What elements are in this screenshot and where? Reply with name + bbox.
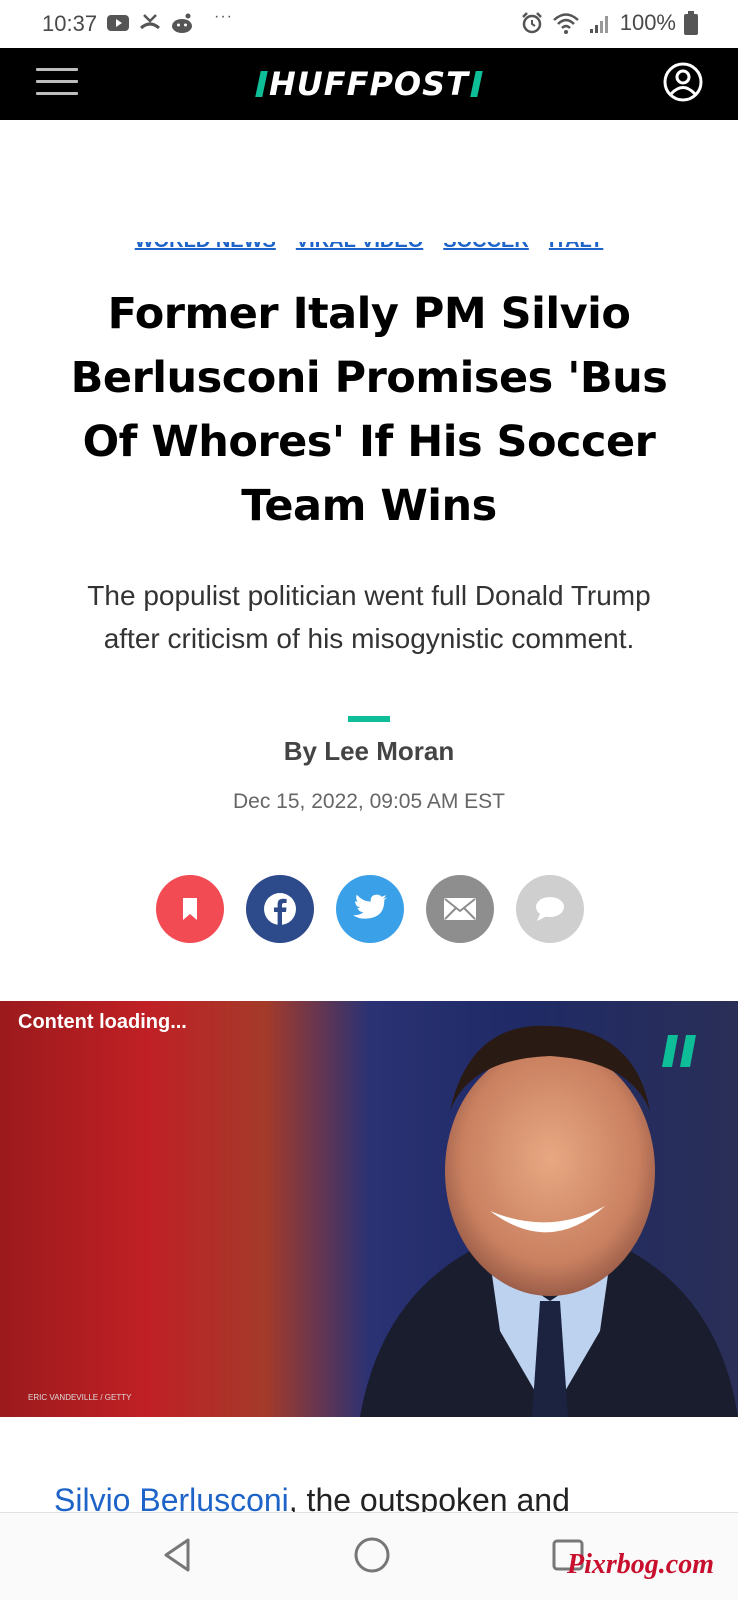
bookmark-icon (183, 898, 197, 920)
logo-text: HUFFPOST (268, 65, 469, 103)
tag-soccer[interactable]: Soccer (443, 242, 529, 268)
mail-icon (444, 898, 476, 920)
back-icon[interactable] (158, 1535, 198, 1575)
comment-icon (536, 897, 564, 921)
notification-icons (106, 12, 194, 34)
facebook-share-button[interactable] (246, 875, 314, 943)
article-body-first-line: Silvio Berlusconi, the outspoken and (54, 1482, 694, 1512)
status-time: 10:37 (42, 11, 98, 36)
twitter-icon (353, 894, 387, 919)
more-notifications: ··· (214, 8, 233, 25)
share-buttons (156, 875, 584, 943)
article-video[interactable]: Content loading... ERIC VANDEVILLE / GET… (0, 1001, 738, 1417)
comment-button[interactable] (516, 875, 584, 943)
photo-credit: ERIC VANDEVILLE / GETTY (28, 1393, 132, 1402)
wifi-icon (552, 13, 579, 34)
body-text-continuation: , the outspoken and (288, 1482, 570, 1512)
logo-accent-right (470, 71, 483, 97)
tag-viral-video[interactable]: Viral Video (296, 242, 423, 268)
battery-percent: 100% (619, 10, 676, 35)
huffpost-logo[interactable]: HUFFPOST (0, 48, 738, 120)
signal-icon (589, 16, 608, 33)
battery-icon (684, 11, 698, 35)
huffpost-mark-icon (662, 1035, 696, 1067)
body-link-berlusconi[interactable]: Silvio Berlusconi (54, 1482, 289, 1512)
article-headline: Former Italy PM Silvio Berlusconi Promis… (70, 289, 668, 531)
video-loading-text: Content loading... (18, 1011, 187, 1033)
facebook-icon (264, 893, 296, 925)
tag-italy[interactable]: Italy (549, 242, 603, 268)
article-tags: World News Viral Video Soccer Italy (0, 242, 738, 268)
status-bar: 10:37 ··· 100% (0, 0, 738, 48)
email-share-button[interactable] (426, 875, 494, 943)
logo-accent-left (255, 71, 268, 97)
site-header: HUFFPOST (0, 48, 738, 120)
article-byline[interactable]: By Lee Moran (0, 736, 738, 767)
alarm-icon (521, 12, 542, 34)
home-icon[interactable] (352, 1535, 392, 1575)
headline-divider (348, 716, 390, 722)
twitter-share-button[interactable] (336, 875, 404, 943)
article-dek: The populist politician went full Donald… (87, 580, 651, 654)
tag-world-news[interactable]: World News (135, 242, 276, 268)
android-nav-bar: Pixrbog.com (0, 1512, 738, 1600)
system-icons: 100% (520, 10, 698, 36)
account-icon[interactable] (662, 61, 704, 103)
bookmark-button[interactable] (156, 875, 224, 943)
missed-call-icon (140, 14, 160, 30)
article-date: Dec 15, 2022, 09:05 AM EST (233, 790, 505, 813)
watermark: Pixrbog.com (567, 1549, 714, 1580)
youtube-icon (107, 15, 129, 31)
reddit-icon (172, 13, 192, 33)
